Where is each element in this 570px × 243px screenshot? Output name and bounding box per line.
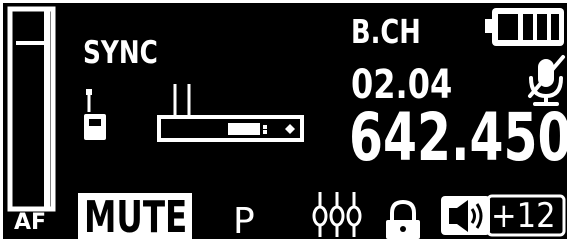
battery-icon — [485, 8, 564, 46]
frequency-value: 642.450 — [349, 99, 570, 176]
program-label: P — [233, 201, 255, 242]
speaker-icon — [441, 196, 490, 235]
af-label: AF — [14, 210, 47, 235]
sync-label: SYNC — [83, 35, 158, 71]
eq-sliders-icon — [312, 192, 362, 237]
gain-value: +12 — [491, 196, 556, 236]
mute-label: MUTE — [84, 192, 188, 243]
bank-channel-label: B.CH — [351, 12, 421, 51]
